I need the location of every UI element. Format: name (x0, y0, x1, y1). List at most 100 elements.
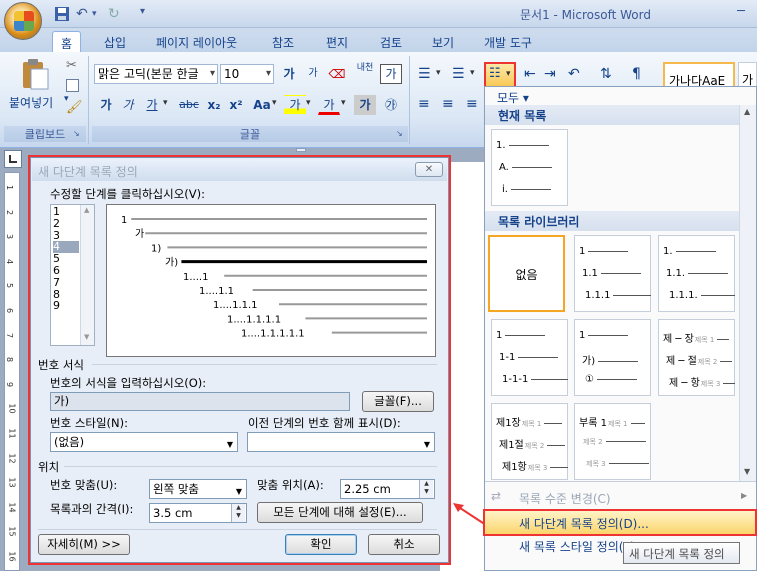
superscript-button[interactable]: x² (226, 95, 246, 115)
font-color-dropdown-icon[interactable]: ▾ (341, 98, 346, 108)
gallery-scroll-down-icon[interactable]: ▼ (744, 467, 750, 476)
tab-developer[interactable]: 개발 도구 (476, 31, 540, 52)
tab-review[interactable]: 검토 (372, 31, 410, 52)
number-format-section: 번호 서식 (38, 358, 84, 372)
sort-icon[interactable]: ⇅ (600, 66, 612, 82)
enclose-char-button[interactable]: ㉮ (380, 95, 402, 115)
char-border-button[interactable]: 가 (380, 64, 402, 84)
cancel-button[interactable]: 취소 (368, 534, 440, 555)
underline-button[interactable]: 가 (142, 95, 162, 115)
dialog-close-button[interactable]: ✕ (415, 162, 443, 177)
highlight-dropdown-icon[interactable]: ▾ (306, 98, 311, 108)
gallery-scroll-up-icon[interactable]: ▲ (744, 107, 750, 116)
redo-icon[interactable]: ↻ (108, 6, 124, 22)
list-library-thumb[interactable]: 제 ─ 장제목 1 제 ─ 절제목 2 제 ─ 항제목 3 (658, 319, 735, 396)
tab-references[interactable]: 참조 (264, 31, 302, 52)
align-left-icon[interactable]: ≡ (418, 96, 430, 112)
preview-number: 가) (165, 257, 178, 269)
decrease-indent-icon[interactable]: ⇤ (524, 66, 536, 82)
customize-qat-icon[interactable]: ▾ (140, 6, 156, 22)
font-size-combo[interactable]: 10 (220, 64, 274, 84)
clipboard-launcher-icon[interactable]: ↘ (73, 129, 80, 138)
paste-button[interactable]: 붙여넣기 (9, 94, 53, 111)
clear-format-icon[interactable]: ⌫ (326, 64, 348, 84)
thumb-line: 1 (579, 246, 645, 260)
tab-view[interactable]: 보기 (424, 31, 462, 52)
tab-mailings[interactable]: 편지 (318, 31, 356, 52)
scroll-down-icon[interactable]: ▼ (84, 333, 89, 341)
show-marks-icon[interactable]: ¶ (632, 66, 641, 82)
bullets-dropdown-icon[interactable]: ▾ (436, 68, 441, 78)
format-painter-icon[interactable]: 🖌 (66, 100, 83, 115)
more-button[interactable]: 자세히(M) >> (38, 534, 130, 555)
char-shading-button[interactable]: 가 (354, 95, 376, 115)
bold-button[interactable]: 가 (96, 95, 116, 115)
list-none-thumb[interactable]: 없음 (488, 235, 565, 312)
save-icon[interactable] (54, 6, 70, 22)
list-library-thumb[interactable]: 제1장제목 1 제1절제목 2 제1항제목 3 (491, 403, 568, 480)
gallery-filter[interactable]: 모두 ▾ (497, 89, 529, 106)
numbering-icon[interactable]: ☰ (452, 66, 465, 82)
font-button[interactable]: 글꼴(F)... (362, 391, 434, 412)
subscript-button[interactable]: x₂ (204, 95, 224, 115)
grow-font-button[interactable]: 가 (278, 64, 300, 84)
list-library-thumb[interactable]: 1 가) ① (574, 319, 651, 396)
indent-spinner[interactable]: ▲ ▼ (231, 504, 245, 522)
strikethrough-button[interactable]: abc (176, 95, 202, 115)
text-direction-icon[interactable]: ↶ (568, 66, 580, 82)
cut-icon[interactable]: ✂ (66, 58, 77, 73)
position-section: 위치 (38, 460, 60, 474)
increase-indent-icon[interactable]: ⇥ (544, 66, 556, 82)
list-library-thumb[interactable]: 1. 1.1. 1.1.1. (658, 235, 735, 312)
align-right-icon[interactable]: ≡ (466, 96, 478, 112)
shrink-font-button[interactable]: 가 (302, 64, 324, 84)
current-list-thumb[interactable]: 1. A. i. (491, 129, 568, 206)
undo-dropdown-icon[interactable]: ▾ (92, 9, 108, 25)
paste-icon[interactable] (20, 58, 50, 90)
change-level-icon: ⇄ (491, 489, 502, 503)
gallery-scrollbar[interactable]: ▲ ▼ (739, 105, 756, 481)
align-at-spinner[interactable]: ▲ ▼ (419, 480, 433, 498)
phonetic-guide-button[interactable]: 내천 (354, 62, 376, 82)
define-new-multilevel-list-item[interactable]: 새 다단계 목록 정의(D)... (483, 509, 757, 536)
change-case-button[interactable]: Aa (250, 95, 274, 115)
font-name-combo[interactable]: 맑은 고딕(본문 한글 (94, 64, 218, 84)
list-library-thumb[interactable]: 1 1.1 1.1.1 (574, 235, 651, 312)
ok-button[interactable]: 확인 (285, 534, 357, 555)
ruler-indent-marker[interactable] (296, 148, 306, 152)
highlight-button[interactable]: 가 (284, 95, 306, 115)
set-all-levels-button[interactable]: 모든 단계에 대해 설정(E)... (257, 502, 423, 523)
scroll-up-icon[interactable]: ▲ (84, 206, 89, 214)
alignment-select[interactable]: 왼쪽 맞춤 (149, 479, 247, 499)
undo-icon[interactable]: ↶ (76, 6, 92, 22)
vertical-ruler[interactable]: 1 2 3 4 5 6 7 8 9 10 11 12 13 14 15 16 (4, 172, 20, 571)
tab-selector-icon[interactable] (4, 150, 22, 168)
copy-icon[interactable] (66, 79, 79, 92)
underline-dropdown-icon[interactable]: ▾ (163, 98, 168, 108)
list-library-thumb[interactable]: 부록 1제목 1 제목 2 제목 3 (574, 403, 651, 480)
thumb-line: A. (499, 162, 565, 176)
italic-button[interactable]: 가 (118, 95, 138, 115)
office-button[interactable] (4, 2, 42, 40)
thumb-line: ① (585, 374, 651, 388)
font-launcher-icon[interactable]: ↘ (396, 129, 403, 138)
ruler-number: 13 (7, 477, 17, 488)
tab-page-layout[interactable]: 페이지 레이아웃 (148, 31, 245, 52)
prev-level-select[interactable] (247, 432, 435, 452)
numbering-dropdown-icon[interactable]: ▾ (470, 68, 475, 78)
tab-insert[interactable]: 삽입 (96, 31, 134, 52)
number-style-select[interactable]: (없음) (50, 432, 238, 452)
ruler-number: 6 (5, 307, 15, 314)
change-list-level-item[interactable]: 목록 수준 변경(C) (519, 490, 611, 507)
minimize-icon[interactable]: ─ (732, 4, 750, 20)
multilevel-list-button[interactable]: ☷ ▾ (484, 62, 516, 88)
align-center-icon[interactable]: ≡ (442, 96, 454, 112)
tab-home[interactable]: 홈 (52, 31, 82, 52)
change-case-dropdown-icon[interactable]: ▾ (272, 98, 277, 108)
number-format-input[interactable]: 가) (50, 392, 350, 411)
list-preview[interactable]: 1 가 1) 가) 1....1 1....1.1 1....1.1.1 1....1.1.1… (106, 204, 436, 357)
font-color-button[interactable]: 가 (318, 95, 340, 115)
level-list-scrollbar[interactable]: ▲ ▼ (80, 205, 94, 345)
bullets-icon[interactable]: ☰ (418, 66, 431, 82)
list-library-thumb[interactable]: 1 1-1 1-1-1 (491, 319, 568, 396)
